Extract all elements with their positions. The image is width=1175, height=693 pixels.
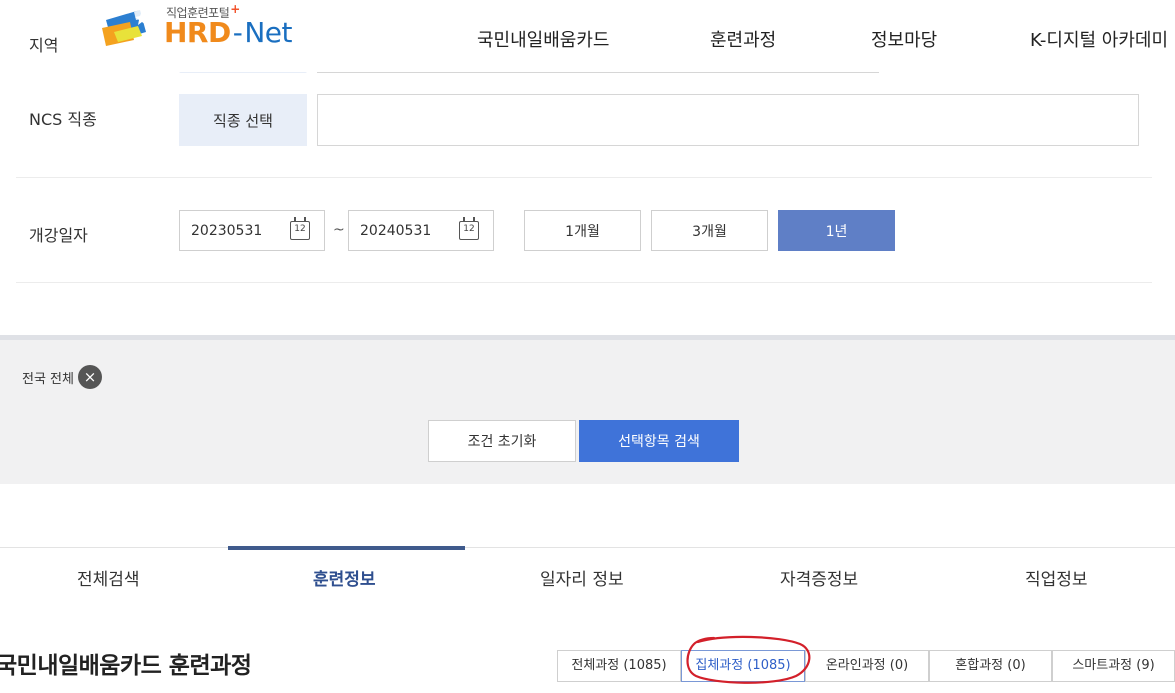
nav-item-info[interactable]: 정보마당 xyxy=(871,26,937,52)
period-1-month-button[interactable]: 1개월 xyxy=(524,210,641,251)
tab-all-search[interactable]: 전체검색 xyxy=(77,565,140,590)
active-tab-indicator xyxy=(228,546,465,550)
nav-item-card[interactable]: 국민내일배움카드 xyxy=(477,26,609,52)
start-date-label: 개강일자 xyxy=(29,226,88,245)
ncs-label: NCS 직종 xyxy=(29,110,97,129)
tab-training-info[interactable]: 훈련정보 xyxy=(313,565,376,590)
period-3-month-button[interactable]: 3개월 xyxy=(651,210,768,251)
subtab-online-courses[interactable]: 온라인과정 (0) xyxy=(805,650,929,682)
calendar-icon[interactable]: 12 xyxy=(459,217,479,240)
logo-wordmark: HRD-Net xyxy=(164,16,293,49)
logo-mark-icon xyxy=(102,8,149,46)
ncs-selected-field xyxy=(317,94,1139,146)
section-title: 국민내일배움카드 훈련과정 xyxy=(0,653,252,679)
start-date-to-input[interactable]: 20240531 12 xyxy=(348,210,494,251)
reset-conditions-button[interactable]: 조건 초기화 xyxy=(428,420,576,462)
tab-certificate-info[interactable]: 자격증정보 xyxy=(780,565,858,590)
tab-occupation-info[interactable]: 직업정보 xyxy=(1025,565,1088,590)
subtab-blended-courses[interactable]: 혼합과정 (0) xyxy=(929,650,1052,682)
subtab-smart-courses[interactable]: 스마트과정 (9) xyxy=(1052,650,1175,682)
date-range-separator: ~ xyxy=(333,222,345,238)
subtab-classroom-courses[interactable]: 집체과정 (1085) xyxy=(681,650,805,682)
selected-conditions-panel xyxy=(0,340,1175,484)
subtab-all-courses[interactable]: 전체과정 (1085) xyxy=(557,650,681,682)
row-divider xyxy=(16,282,1152,283)
calendar-icon[interactable]: 12 xyxy=(290,217,310,240)
period-1-year-button[interactable]: 1년 xyxy=(778,210,895,251)
close-icon[interactable]: × xyxy=(77,365,102,389)
site-header: 지역 직업훈련포털+ HRD-Net 국민내일배움카드 훈련과정 정보마당 K-… xyxy=(0,0,1175,72)
row-divider xyxy=(16,177,1152,178)
search-selected-button[interactable]: 선택항목 검색 xyxy=(579,420,739,462)
nav-item-k-digital[interactable]: K-디지털 아카데미 xyxy=(1030,26,1168,52)
region-row-label: 지역 xyxy=(29,36,59,55)
tabs-border xyxy=(0,547,1175,548)
hrd-net-logo[interactable]: 직업훈련포털+ HRD-Net xyxy=(100,2,310,52)
tab-job-info[interactable]: 일자리 정보 xyxy=(540,565,624,590)
start-date-to-value: 20240531 xyxy=(360,223,432,239)
start-date-from-input[interactable]: 20230531 12 xyxy=(179,210,325,251)
chip-label: 전국 전체 xyxy=(22,371,74,387)
ncs-select-button[interactable]: 직종 선택 xyxy=(179,94,307,146)
selected-condition-chip: 전국 전체 × xyxy=(22,365,102,389)
nav-item-courses[interactable]: 훈련과정 xyxy=(710,26,776,52)
start-date-from-value: 20230531 xyxy=(191,223,263,239)
